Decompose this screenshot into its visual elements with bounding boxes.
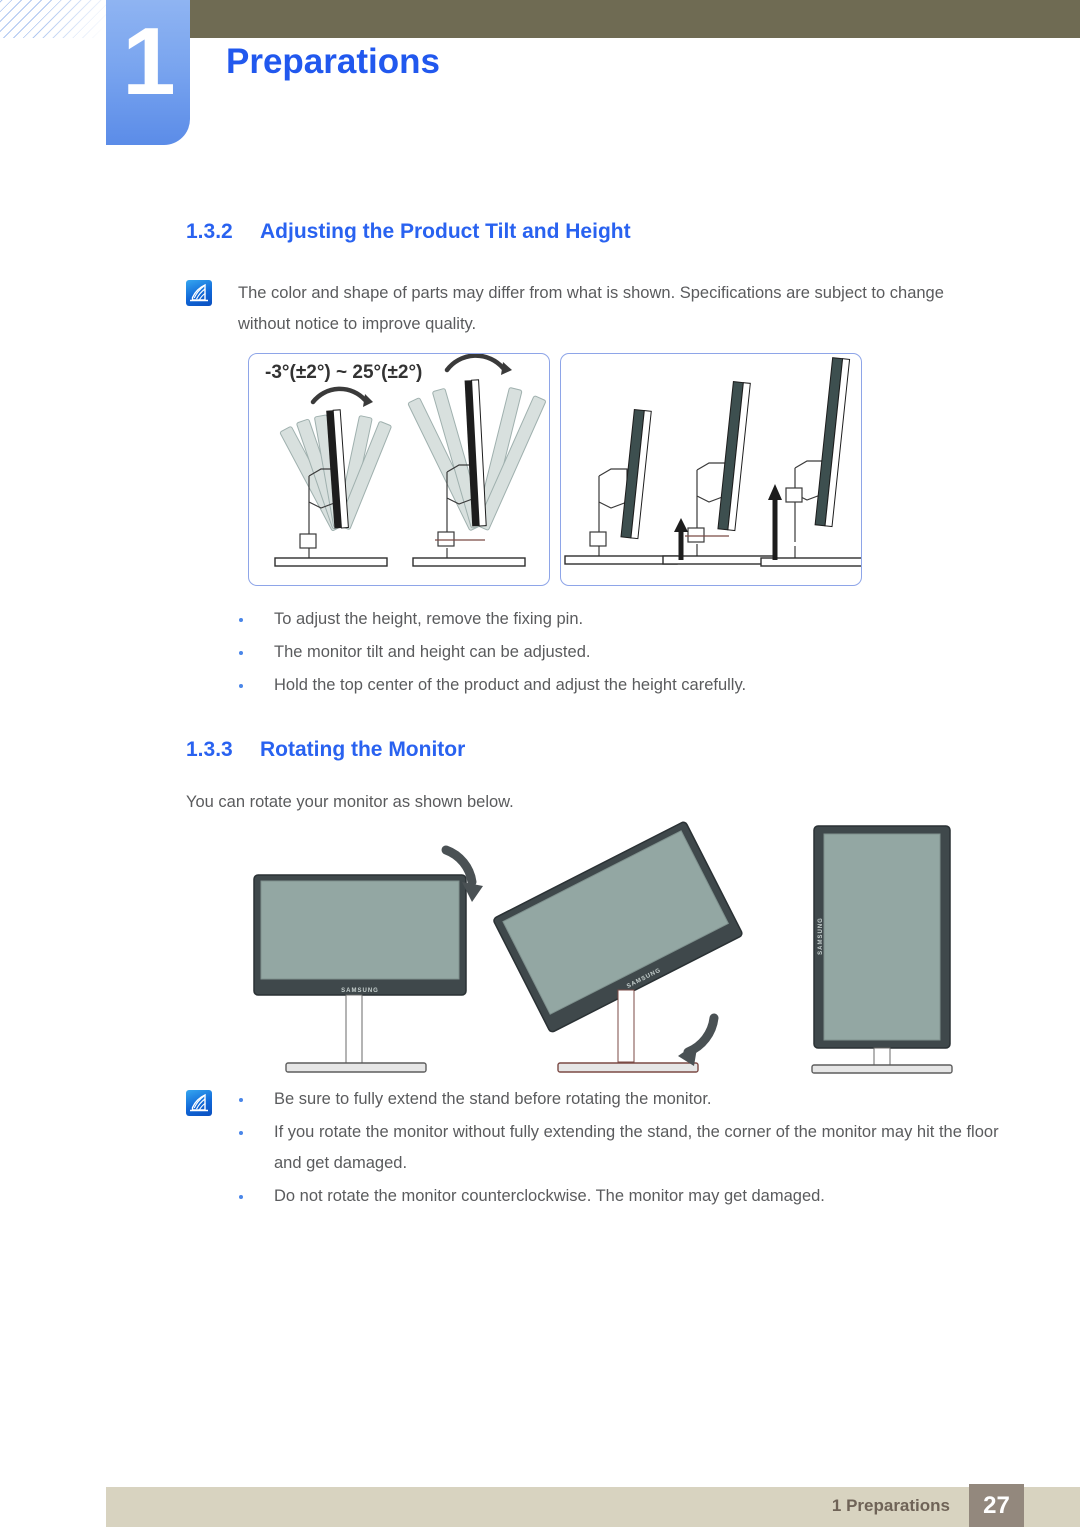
bullet-list-132: To adjust the height, remove the fixing … [232,604,992,703]
monitor-landscape: SAMSUNG [253,845,483,1073]
page-number-box: 27 [969,1484,1024,1527]
tilt-diagram-svg [274,353,546,567]
bullet-list-133: Be sure to fully extend the stand before… [232,1084,1007,1214]
rotate-diagram-svg: SAMSUNG SAMSUNG SAMSUNG [253,821,953,1074]
tilt-range-label: -3°(±2°) ~ 25°(±2°) [265,362,423,383]
chapter-title: Preparations [226,42,440,81]
note-pen-icon [186,280,212,306]
header-olive-bar [190,0,1080,38]
list-item: Do not rotate the monitor counterclockwi… [232,1181,1007,1212]
svg-text:SAMSUNG: SAMSUNG [341,988,379,994]
monitor-rotating: SAMSUNG [493,821,743,1073]
height-diagram-svg [564,357,874,567]
illustration-height-box [560,353,874,586]
section-number-133: 1.3.3 [186,738,233,761]
section-heading-132: 1.3.2 Adjusting the Product Tilt and Heig… [186,220,631,244]
svg-text:SAMSUNG: SAMSUNG [818,917,824,955]
chapter-number: 1 [122,8,175,115]
list-item: Hold the top center of the product and a… [232,670,992,701]
list-item: If you rotate the monitor without fully … [232,1117,1007,1179]
note-pen-icon [186,1090,212,1116]
list-item: To adjust the height, remove the fixing … [232,604,992,635]
section-intro-133: You can rotate your monitor as shown bel… [186,793,514,811]
section-heading-133: 1.3.3 Rotating the Monitor [186,738,465,762]
footer-label: 1 Preparations [831,1496,950,1515]
section-title-133: Rotating the Monitor [260,738,466,761]
section-title-132: Adjusting the Product Tilt and Height [260,220,631,243]
list-item: The monitor tilt and height can be adjus… [232,637,992,668]
monitor-portrait: SAMSUNG [811,825,953,1074]
header-hatch-fade [0,0,106,38]
list-item: Be sure to fully extend the stand before… [232,1084,1007,1115]
illustration-rotate-group: SAMSUNG SAMSUNG SAMSUNG [250,820,1010,1080]
section-number-132: 1.3.2 [186,220,233,243]
note-text-132: The color and shape of parts may differ … [238,284,944,333]
illustration-tilt-box: -3°(±2°) ~ 25°(±2°) [248,353,550,586]
